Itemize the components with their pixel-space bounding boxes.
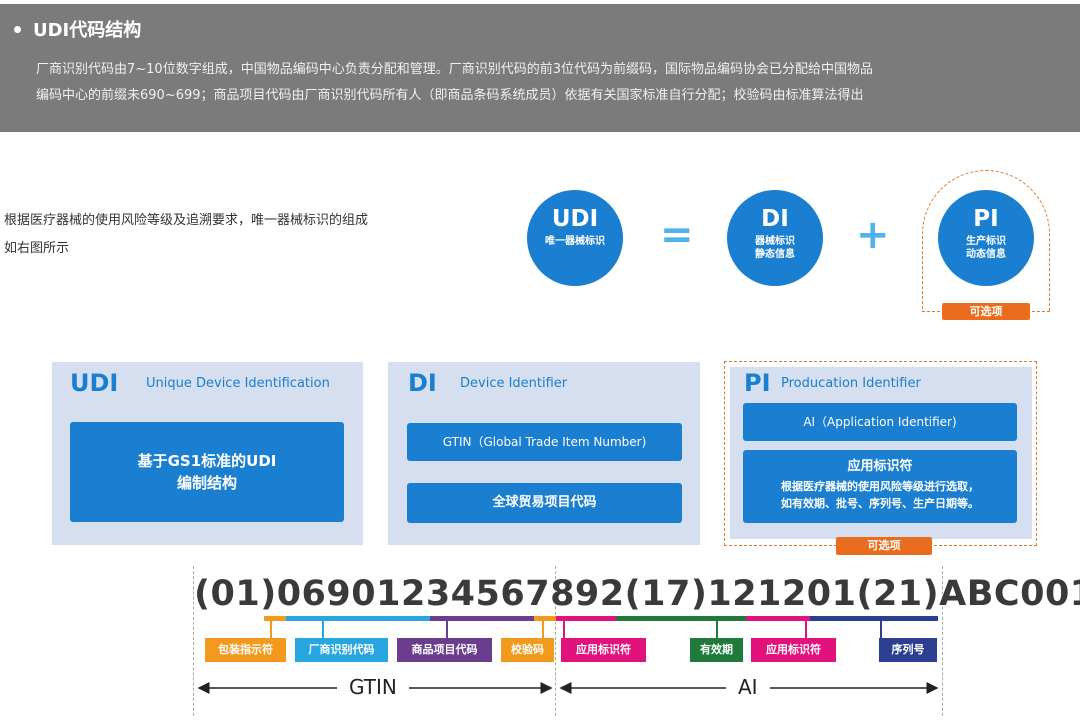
segment-serial bbox=[810, 616, 938, 621]
di-panel-name: Device Identifier bbox=[460, 376, 568, 391]
pi-panel-abbr: PI bbox=[744, 369, 771, 397]
connector-ai1 bbox=[563, 621, 565, 639]
connector-item bbox=[446, 621, 448, 639]
gtin-range-label: GTIN bbox=[337, 675, 409, 699]
connector-mfr bbox=[322, 621, 324, 639]
segment-mfr bbox=[286, 616, 430, 621]
ai-box: AI（Application Identifier) bbox=[743, 403, 1017, 441]
range-arrows bbox=[197, 682, 939, 694]
banner-title: UDI代码结构 bbox=[14, 16, 141, 42]
udi-panel-abbr: UDI bbox=[70, 369, 119, 397]
udi-box-line1: 基于GS1标准的UDI bbox=[137, 452, 277, 470]
label-item-code: 商品项目代码 bbox=[397, 638, 492, 662]
connector-ai2 bbox=[805, 621, 807, 639]
di-circle-title: DI bbox=[761, 206, 789, 232]
di-panel-abbr: DI bbox=[408, 369, 437, 397]
intro-text: 根据医疗器械的使用风险等级及追溯要求，唯一器械标识的组成 如右图所示 bbox=[4, 207, 454, 263]
segment-check bbox=[534, 616, 556, 621]
udi-circle-sub: 唯一器械标识 bbox=[545, 236, 605, 247]
pi-panel-name: Producation Identifier bbox=[781, 376, 921, 391]
label-check-digit: 校验码 bbox=[501, 638, 554, 662]
intro-line-2: 如右图所示 bbox=[4, 241, 70, 256]
ai-detail-line2: 如有效期、批号、序列号、生产日期等。 bbox=[781, 497, 979, 510]
label-manufacturer-code: 厂商识别代码 bbox=[295, 638, 388, 662]
segment-expiry bbox=[616, 616, 746, 621]
label-ai-1: 应用标识符 bbox=[561, 638, 646, 662]
plus-sign: + bbox=[856, 212, 890, 258]
di-circle: DI 器械标识 静态信息 bbox=[727, 190, 823, 286]
ai-detail-box: 应用标识符 根据医疗器械的使用风险等级进行选取， 如有效期、批号、序列号、生产日… bbox=[743, 450, 1017, 523]
pi-circle-sub1: 生产标识 bbox=[966, 236, 1006, 247]
ai-range-label: AI bbox=[726, 675, 770, 699]
optional-tag-top: 可选项 bbox=[942, 303, 1030, 320]
intro-line-1: 根据医疗器械的使用风险等级及追溯要求，唯一器械标识的组成 bbox=[4, 213, 369, 228]
di-circle-sub1: 器械标识 bbox=[755, 236, 795, 247]
udi-panel-name: Unique Device Identification bbox=[146, 376, 330, 391]
banner-line-1: 厂商识别代码由7~10位数字组成，中国物品编码中心负责分配和管理。厂商识别代码的… bbox=[36, 62, 873, 77]
banner-line-2: 编码中心的前缀未690~699；商品项目代码由厂商识别代码所有人（即商品条码系统… bbox=[36, 88, 864, 103]
udi-structure-box: 基于GS1标准的UDI 编制结构 bbox=[70, 422, 344, 522]
connector-pack bbox=[270, 621, 272, 639]
pi-circle-sub2: 动态信息 bbox=[966, 249, 1006, 260]
segment-ai2 bbox=[746, 616, 810, 621]
label-serial: 序列号 bbox=[879, 638, 937, 662]
di-circle-sub2: 静态信息 bbox=[755, 249, 795, 260]
udi-circle: UDI 唯一器械标识 bbox=[527, 190, 623, 286]
pi-circle-title: PI bbox=[973, 206, 999, 232]
segment-pack bbox=[264, 616, 286, 621]
label-expiry: 有效期 bbox=[690, 638, 743, 662]
pi-circle: PI 生产标识 动态信息 bbox=[938, 190, 1034, 286]
connector-serial bbox=[880, 621, 882, 639]
banner-title-text: UDI代码结构 bbox=[33, 20, 142, 41]
ai-detail-line1: 根据医疗器械的使用风险等级进行选取， bbox=[781, 480, 979, 493]
gtin-box: GTIN（Global Trade Item Number) bbox=[407, 423, 682, 461]
udi-code-string: (01)06901234567892(17)121201(21)ABC001 bbox=[194, 574, 1080, 614]
banner-description: 厂商识别代码由7~10位数字组成，中国物品编码中心负责分配和管理。厂商识别代码的… bbox=[36, 57, 1056, 109]
udi-circle-title: UDI bbox=[551, 206, 599, 232]
segment-ai1 bbox=[556, 616, 616, 621]
label-ai-2: 应用标识符 bbox=[751, 638, 836, 662]
connector-expiry bbox=[716, 621, 718, 639]
equals-sign: = bbox=[660, 212, 694, 258]
bullet-icon bbox=[14, 25, 21, 33]
label-pack-indicator: 包装指示符 bbox=[205, 638, 286, 662]
udi-box-line2: 编制结构 bbox=[176, 474, 237, 492]
connector-check bbox=[542, 621, 544, 639]
optional-tag-pi: 可选项 bbox=[836, 537, 932, 555]
gtin-cn-box: 全球贸易项目代码 bbox=[407, 483, 682, 523]
ai-detail-title: 应用标识符 bbox=[847, 459, 913, 474]
